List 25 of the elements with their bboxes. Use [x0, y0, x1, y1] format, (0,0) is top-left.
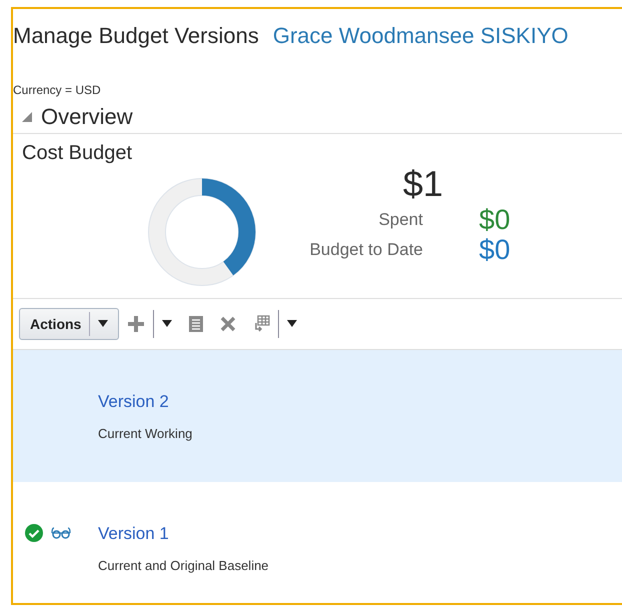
actions-menu-button[interactable]: Actions: [19, 308, 120, 340]
caret-icon: [98, 320, 108, 328]
delete-icon[interactable]: [220, 316, 236, 332]
page-title: Manage Budget Versions: [13, 23, 259, 49]
version-link[interactable]: Version 2: [98, 392, 192, 412]
table-export-icon[interactable]: [252, 315, 270, 333]
metric-value: $0: [479, 234, 510, 266]
metric-label: Spent: [378, 210, 423, 230]
metric-label: Budget to Date: [308, 240, 423, 260]
version-row[interactable]: Version 2 Current Working: [13, 350, 622, 482]
dropdown-caret-icon[interactable]: [162, 320, 172, 328]
cost-budget-heading: Cost Budget: [22, 142, 134, 165]
overview-heading: Overview: [41, 104, 133, 130]
project-link[interactable]: Grace Woodmansee SISKIYO: [272, 23, 568, 49]
version-description: Current Working: [98, 426, 192, 440]
metric-value: $0: [479, 204, 510, 236]
version-link[interactable]: Version 1: [98, 524, 269, 544]
document-icon[interactable]: [188, 315, 204, 333]
version-row[interactable]: Version 1 Current and Original Baseline: [13, 482, 622, 603]
dropdown-caret-icon[interactable]: [287, 320, 298, 328]
version-description: Current and Original Baseline: [98, 558, 269, 572]
collapse-triangle-icon[interactable]: [21, 111, 33, 123]
add-icon[interactable]: [127, 315, 146, 333]
currency-label: Currency = USD: [13, 83, 102, 97]
budget-total: $1: [402, 163, 444, 205]
